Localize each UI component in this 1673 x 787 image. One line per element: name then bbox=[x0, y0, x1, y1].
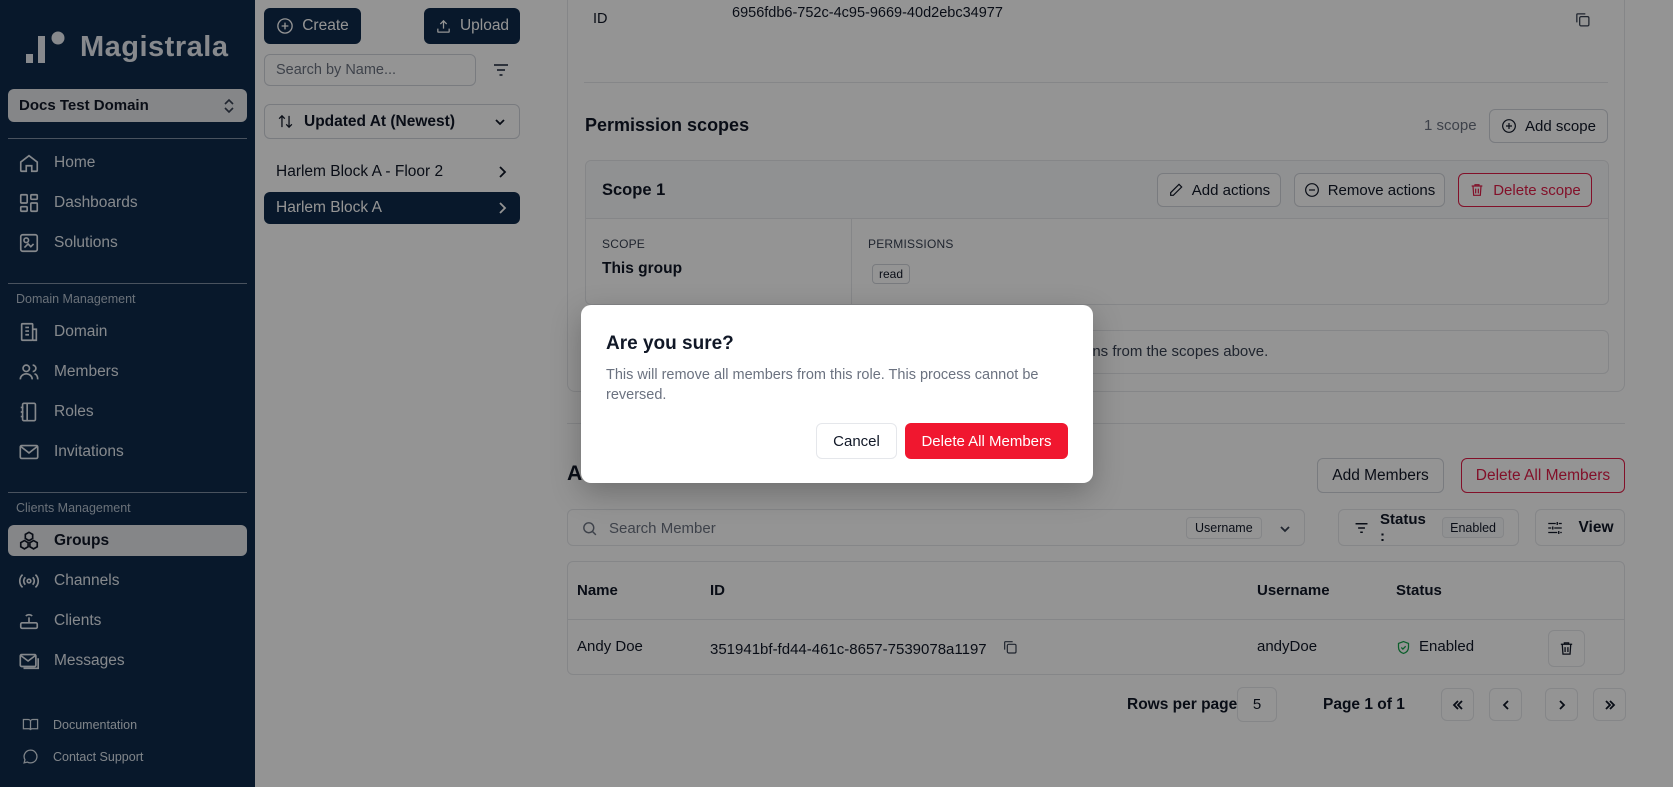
dialog-description: This will remove all members from this r… bbox=[606, 367, 1039, 403]
confirm-dialog: Are you sure? This will remove all membe… bbox=[581, 305, 1093, 483]
confirm-delete-all-members-button[interactable]: Delete All Members bbox=[905, 423, 1068, 459]
cancel-button[interactable]: Cancel bbox=[816, 423, 897, 459]
dialog-title: Are you sure? bbox=[606, 333, 734, 354]
